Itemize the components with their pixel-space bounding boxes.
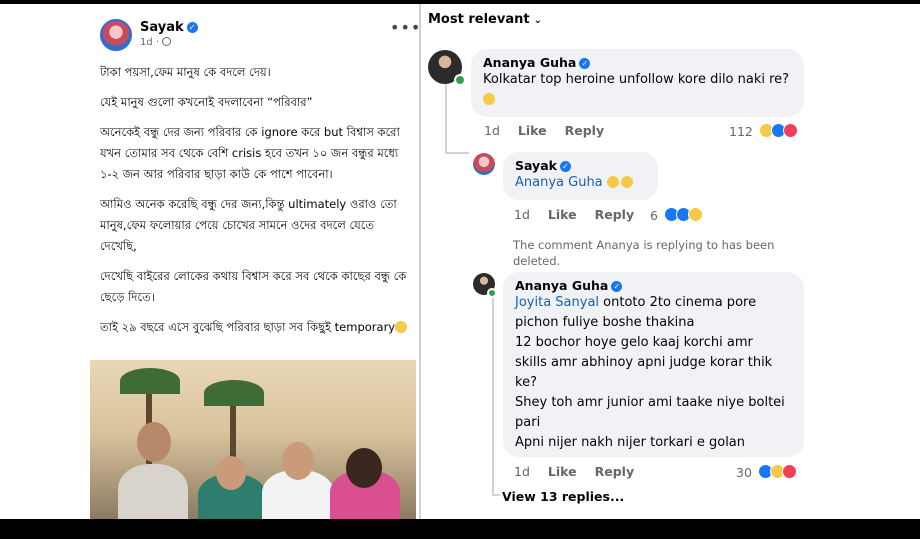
globe-icon (162, 37, 172, 46)
like-button[interactable]: Like (548, 464, 577, 479)
comment-author[interactable]: Ananya Guha ✓ (515, 278, 792, 293)
chevron-down-icon: ⌄ (533, 15, 542, 26)
post-paragraph: দেখেছি বাইরের লোকের কথায় বিশ্বাস করে সব… (100, 269, 407, 304)
online-status-icon (487, 288, 497, 298)
comment-actions: 1d Like Reply (484, 123, 622, 138)
bottom-border (0, 519, 920, 539)
sort-dropdown[interactable]: Most relevant ⌄ (428, 12, 542, 27)
palm-leaves (204, 380, 264, 406)
thread-line (445, 152, 469, 154)
love-reaction-icon (781, 464, 797, 479)
post-author-name[interactable]: Sayak ✓ (140, 20, 198, 35)
comment-author[interactable]: Ananya Guha ✓ (483, 55, 792, 70)
comment-text: Kolkatar top heroine unfollow kore dilo … (483, 70, 792, 110)
reply-button[interactable]: Reply (565, 123, 604, 138)
laughing-emoji-icon (483, 93, 495, 105)
mention-link[interactable]: Ananya Guha (515, 175, 603, 190)
thread-line (445, 84, 447, 152)
person (118, 464, 188, 519)
thread-line (492, 494, 500, 496)
more-options-icon[interactable]: ••• (390, 18, 418, 37)
comment-actions: 1d Like Reply (514, 464, 652, 479)
like-button[interactable]: Like (518, 123, 547, 138)
comment-time[interactable]: 1d (484, 123, 500, 138)
palm-leaves (120, 368, 180, 394)
smile-emoji-icon (395, 321, 408, 333)
post-text: টাকা পয়সা,ফেম মানুষ কে বদলে দেয়। যেই ম… (100, 62, 412, 347)
reaction-summary[interactable]: 30 (736, 464, 797, 480)
verified-badge-icon: ✓ (559, 161, 571, 172)
facebook-post: Sayak✓ 1d · ••• টাকা পয়সা,ফেম মানুষ কে … (88, 6, 418, 519)
post-paragraph: যেই মানুষ গুলো কখনোই বদলাবেনা “পরিবার” (100, 95, 313, 109)
comment-time[interactable]: 1d (514, 207, 530, 222)
reply-button[interactable]: Reply (595, 207, 634, 222)
post-paragraph: তাই ২৯ বছরে এসে বুঝেছি পরিবার ছাড়া সব ক… (100, 317, 412, 338)
comment-bubble: Ananya Guha ✓ Kolkatar top heroine unfoll… (471, 49, 804, 117)
comment-bubble: Ananya Guha ✓ Joyita Sanyal ontoto 2to ci… (503, 272, 804, 457)
person-head (137, 422, 171, 462)
sad-reaction-icon (687, 207, 703, 222)
love-reaction-icon (782, 123, 798, 138)
comment-text: Ananya Guha (515, 173, 646, 193)
verified-badge-icon: ✓ (611, 281, 623, 292)
reaction-count: 6 (650, 208, 658, 223)
online-status-icon (454, 74, 466, 86)
reaction-summary[interactable]: 112 (729, 123, 798, 139)
thread-line (492, 296, 494, 494)
panel-divider (419, 4, 421, 519)
person-head (346, 448, 382, 488)
commenter-avatar[interactable] (473, 153, 495, 175)
post-paragraph: টাকা পয়সা,ফেম মানুষ কে বদলে দেয়। (100, 65, 271, 79)
comment-time[interactable]: 1d (514, 464, 530, 479)
post-author-avatar[interactable] (100, 19, 132, 51)
reaction-summary[interactable]: 6 (650, 207, 703, 223)
person-head (216, 456, 246, 490)
slight-smile-emoji-icon (620, 176, 633, 188)
slight-smile-emoji-icon (606, 176, 619, 188)
comment-author[interactable]: Sayak ✓ (515, 158, 646, 173)
verified-badge-icon: ✓ (186, 22, 198, 33)
comment-actions: 1d Like Reply (514, 207, 652, 222)
comment-text: Joyita Sanyal ontoto 2to cinema pore pic… (515, 295, 785, 450)
reply-button[interactable]: Reply (595, 464, 634, 479)
deleted-comment-note: The comment Ananya is replying to has be… (513, 238, 775, 268)
screenshot-frame: Sayak✓ 1d · ••• টাকা পয়সা,ফেম মানুষ কে … (0, 0, 920, 539)
post-time[interactable]: 1d (140, 37, 153, 48)
mention-link[interactable]: Joyita Sanyal (515, 295, 599, 310)
person-head (282, 442, 314, 480)
view-replies-link[interactable]: View 13 replies... (502, 489, 624, 504)
verified-badge-icon: ✓ (579, 58, 591, 69)
like-button[interactable]: Like (548, 207, 577, 222)
reaction-count: 30 (736, 465, 752, 480)
top-border (0, 0, 920, 4)
post-paragraph: আমিও অনেক করেছি বন্ধু দের জন্য,কিন্তু ul… (100, 197, 397, 253)
post-photo[interactable] (90, 360, 416, 519)
comment-bubble: Sayak ✓ Ananya Guha (503, 152, 658, 200)
post-paragraph: অনেকেই বন্ধু দের জন্য পরিবার কে ignore ক… (100, 125, 400, 181)
post-meta: 1d · (140, 37, 172, 48)
reaction-count: 112 (729, 124, 753, 139)
